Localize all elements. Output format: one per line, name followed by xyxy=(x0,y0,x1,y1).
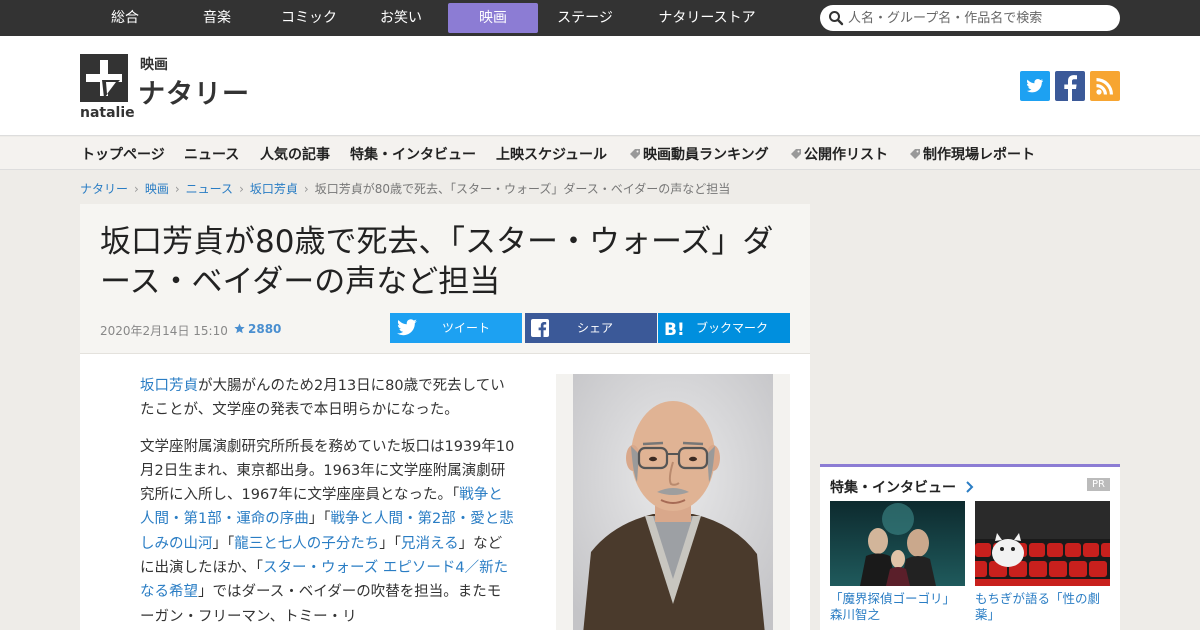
logo-main-text: ナタリー xyxy=(138,79,250,110)
movie-link[interactable]: 龍三と七人の子分たち xyxy=(234,536,379,552)
subnav-ranking-label: 映画動員ランキング xyxy=(643,147,769,163)
topnav-item-stage[interactable]: ステージ xyxy=(540,3,630,33)
article-body: 坂口芳貞が大腸がんのため2月13日に80歳で死去していたことが、文学座の発表で本… xyxy=(80,354,810,630)
feature-title[interactable]: 特集・インタビュー xyxy=(830,477,974,497)
top-nav: 総合 音楽 コミック お笑い 映画 ステージ ナタリーストア xyxy=(0,0,1200,36)
hatena-bookmark-label: ブックマーク xyxy=(696,321,769,335)
feature-caption[interactable]: もちぎが語る「性の劇薬」 xyxy=(975,591,1110,623)
topnav-item-movie[interactable]: 映画 xyxy=(448,3,538,33)
article-date: 2020年2月14日 15:10 xyxy=(100,324,228,338)
search-input[interactable] xyxy=(848,7,1113,29)
movie-link[interactable]: 兄消える xyxy=(401,536,459,552)
page-title: 坂口芳貞が80歳で死去、「スター・ウォーズ」ダース・ベイダーの声など担当 xyxy=(100,224,774,300)
article-photo-frame xyxy=(556,374,790,630)
tag-icon xyxy=(630,149,640,159)
topnav-item-music[interactable]: 音楽 xyxy=(172,3,262,33)
search-box xyxy=(820,5,1120,31)
hatena-bookmark-button[interactable]: B! ブックマーク xyxy=(658,313,790,343)
feature-title-label: 特集・インタビュー xyxy=(830,480,956,496)
tag-icon xyxy=(910,149,920,159)
person-link[interactable]: 坂口芳貞 xyxy=(140,378,198,394)
subnav-release-list-label: 公開作リスト xyxy=(804,147,888,163)
article-photo[interactable] xyxy=(573,374,773,630)
subnav-news[interactable]: ニュース xyxy=(184,144,239,164)
paragraph-text: 」「 xyxy=(308,511,331,528)
twitter-icon xyxy=(397,319,417,336)
pr-badge: PR xyxy=(1087,478,1110,491)
svg-text:B!: B! xyxy=(664,320,685,337)
twitter-icon[interactable] xyxy=(1020,71,1050,101)
topnav-item-general[interactable]: 総合 xyxy=(80,3,170,33)
breadcrumb-link-person[interactable]: 坂口芳貞 xyxy=(250,182,298,196)
article-paragraph: 文学座附属演劇研究所所長を務めていた坂口は1939年10月2日生まれ、東京都出身… xyxy=(140,435,515,629)
article-text: 坂口芳貞が大腸がんのため2月13日に80歳で死去していたことが、文学座の発表で本… xyxy=(140,374,515,630)
article-paragraph: 坂口芳貞が大腸がんのため2月13日に80歳で死去していたことが、文学座の発表で本… xyxy=(140,374,515,423)
logo-mark-icon xyxy=(80,54,128,102)
star-count-value: 2880 xyxy=(248,322,282,336)
facebook-icon xyxy=(531,319,549,337)
logo-sub-text: natalie xyxy=(80,105,135,121)
breadcrumb: ナタリー › 映画 › ニュース › 坂口芳貞 › 坂口芳貞が80歳で死去、「スター・ウォーズ」… xyxy=(80,180,730,197)
rss-icon[interactable] xyxy=(1090,71,1120,101)
star-count[interactable]: 2880 xyxy=(234,322,281,336)
tag-icon xyxy=(791,149,801,159)
subnav-schedule[interactable]: 上映スケジュール xyxy=(496,144,607,164)
topnav-item-owarai[interactable]: お笑い xyxy=(356,3,446,33)
topnav-item-comic[interactable]: コミック xyxy=(264,3,354,33)
breadcrumb-separator-icon: › xyxy=(174,182,180,196)
search-icon[interactable] xyxy=(828,10,844,26)
site-header: 映画 ナタリー natalie xyxy=(0,36,1200,136)
breadcrumb-link-movie[interactable]: 映画 xyxy=(145,182,169,196)
breadcrumb-link-natalie[interactable]: ナタリー xyxy=(80,182,128,196)
facebook-share-button[interactable]: シェア xyxy=(525,313,657,343)
breadcrumb-separator-icon: › xyxy=(239,182,244,196)
chevron-right-icon xyxy=(966,481,974,493)
subnav-top[interactable]: トップページ xyxy=(81,144,165,164)
subnav-ranking[interactable]: 映画動員ランキング xyxy=(630,144,769,164)
paragraph-text: 」「 xyxy=(212,535,235,552)
breadcrumb-current: 坂口芳貞が80歳で死去、「スター・ウォーズ」ダース・ベイダーの声など担当 xyxy=(314,182,731,196)
subnav-popular[interactable]: 人気の記事 xyxy=(260,144,330,164)
tweet-button-label: ツイート xyxy=(442,321,491,335)
subnav-release-list[interactable]: 公開作リスト xyxy=(791,144,888,164)
topnav-item-store[interactable]: ナタリーストア xyxy=(632,3,782,33)
feature-thumbnail[interactable] xyxy=(975,501,1110,586)
subnav-feature[interactable]: 特集・インタビュー xyxy=(350,144,476,164)
star-icon xyxy=(234,323,245,334)
feature-thumbnail[interactable] xyxy=(830,501,965,586)
article-header: 坂口芳貞が80歳で死去、「スター・ウォーズ」ダース・ベイダーの声など担当 202… xyxy=(80,204,810,354)
paragraph-text: 」「 xyxy=(379,535,401,552)
logo-small-text: 映画 xyxy=(140,57,168,73)
tweet-button[interactable]: ツイート xyxy=(390,313,522,343)
feature-interview-box: 特集・インタビュー PR 「魔界探偵ゴーゴリ」森川智之 もちぎが語る「性の劇薬」 xyxy=(820,464,1120,630)
feature-caption[interactable]: 「魔界探偵ゴーゴリ」森川智之 xyxy=(830,591,965,623)
facebook-share-label: シェア xyxy=(577,321,614,335)
breadcrumb-link-news[interactable]: ニュース xyxy=(186,182,233,196)
breadcrumb-separator-icon: › xyxy=(303,182,309,196)
breadcrumb-separator-icon: › xyxy=(134,182,139,196)
sub-nav: トップページ ニュース 人気の記事 特集・インタビュー 上映スケジュール 映画動… xyxy=(0,137,1200,170)
subnav-report[interactable]: 制作現場レポート xyxy=(910,144,1035,164)
site-logo[interactable]: 映画 ナタリー natalie xyxy=(80,54,250,122)
subnav-report-label: 制作現場レポート xyxy=(923,147,1035,163)
hatena-bookmark-icon: B! xyxy=(664,320,685,337)
facebook-icon[interactable] xyxy=(1055,71,1085,101)
